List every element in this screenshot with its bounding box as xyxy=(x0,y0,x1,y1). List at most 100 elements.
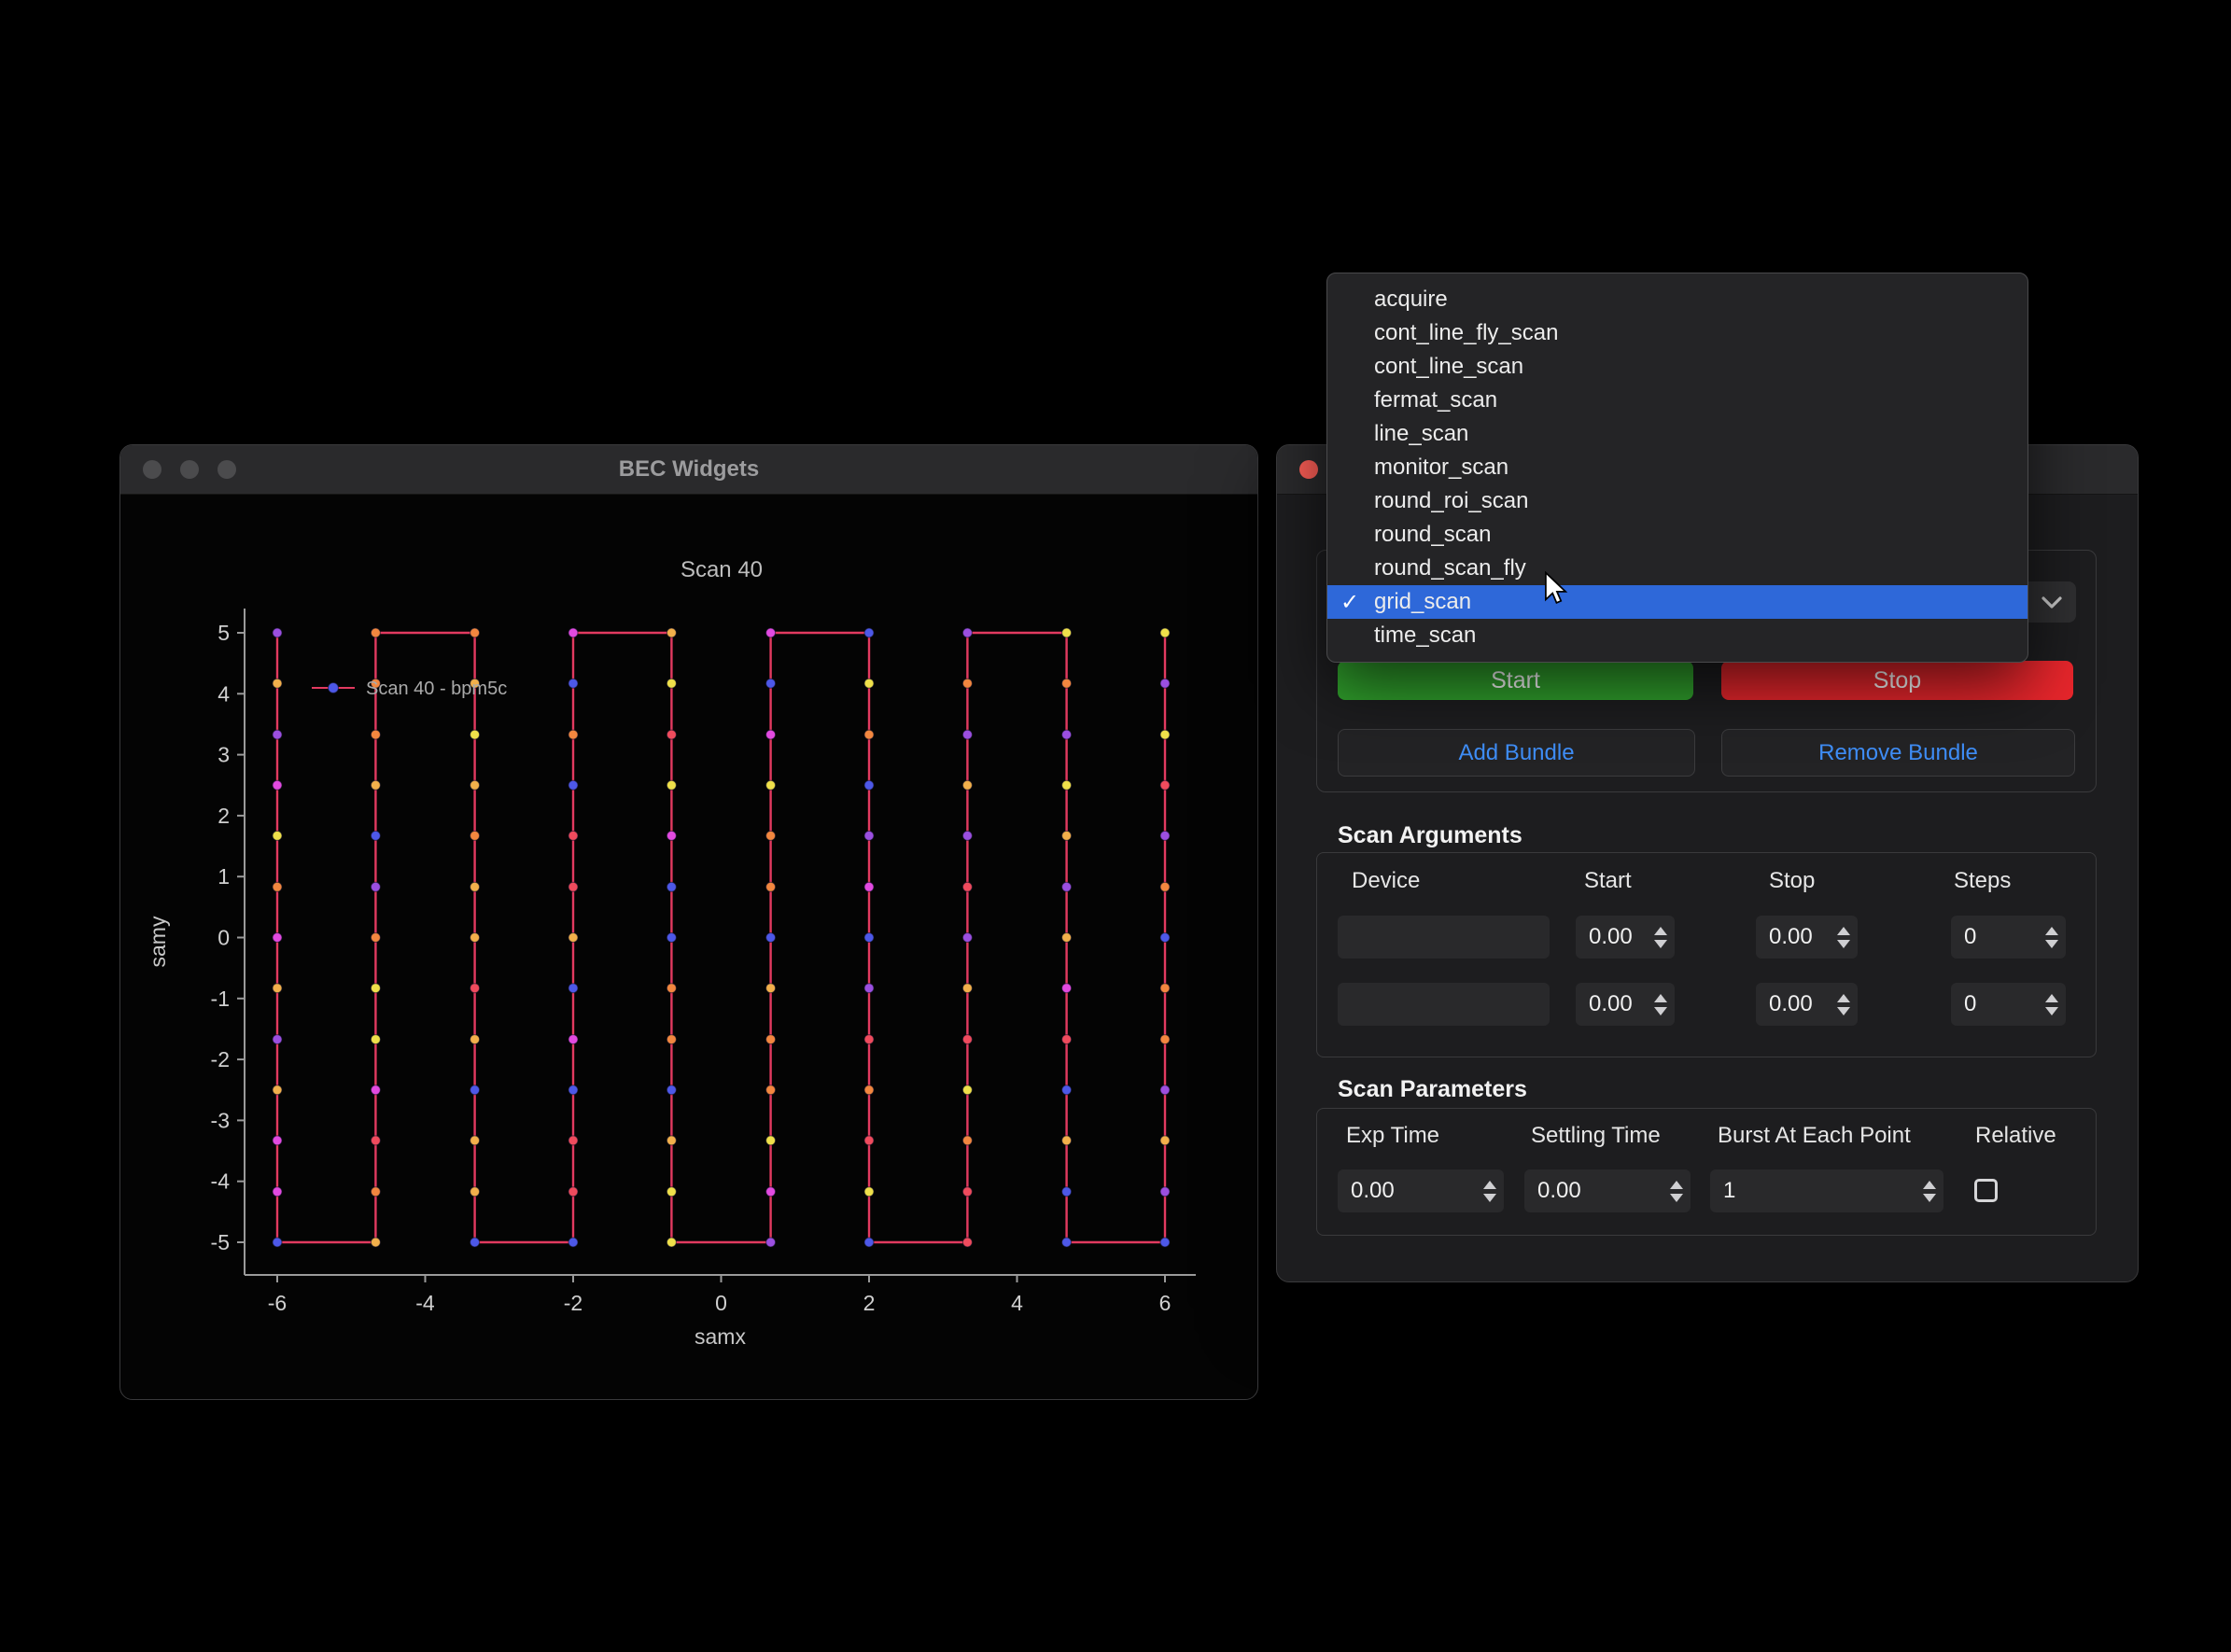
svg-text:6: 6 xyxy=(1159,1291,1172,1315)
svg-text:-4: -4 xyxy=(415,1291,435,1315)
spin-value: 0.00 xyxy=(1351,1178,1395,1204)
relative-checkbox[interactable] xyxy=(1974,1179,1998,1202)
spinner-arrows-icon[interactable] xyxy=(1837,994,1850,1015)
svg-text:-2: -2 xyxy=(564,1291,582,1315)
scan-plot: Scan 40-6-4-20246543210-1-2-3-4-5samxsam… xyxy=(120,495,1256,1396)
scan-parameters-title: Scan Parameters xyxy=(1338,1076,1527,1103)
stop-spinbox-2[interactable]: 0.00 xyxy=(1756,983,1858,1026)
spin-value: 0.00 xyxy=(1537,1178,1581,1204)
stop-button[interactable]: Stop xyxy=(1721,661,2073,700)
spin-value: 0.00 xyxy=(1769,991,1813,1017)
window-title: BEC Widgets xyxy=(619,456,759,483)
header-start: Start xyxy=(1584,868,1632,894)
svg-text:0: 0 xyxy=(715,1291,727,1315)
menu-item-line_scan[interactable]: line_scan xyxy=(1327,417,2028,451)
menu-item-label: line_scan xyxy=(1374,421,1468,447)
menu-item-monitor_scan[interactable]: monitor_scan xyxy=(1327,451,2028,484)
spin-value: 0 xyxy=(1964,924,1976,950)
menu-item-acquire[interactable]: acquire xyxy=(1327,283,2028,316)
device-input-1[interactable] xyxy=(1338,916,1550,959)
steps-spinbox-1[interactable]: 0 xyxy=(1951,916,2066,959)
svg-text:-4: -4 xyxy=(211,1169,231,1194)
menu-item-grid_scan[interactable]: ✓grid_scan xyxy=(1327,585,2028,619)
burst-spinbox[interactable]: 1 xyxy=(1710,1169,1943,1212)
menu-item-label: acquire xyxy=(1374,287,1448,313)
menu-item-label: round_roi_scan xyxy=(1374,488,1528,514)
spinner-arrows-icon[interactable] xyxy=(1654,994,1667,1015)
close-button[interactable] xyxy=(143,460,161,479)
start-spinbox-1[interactable]: 0.00 xyxy=(1576,916,1675,959)
stop-spinbox-1[interactable]: 0.00 xyxy=(1756,916,1858,959)
spinner-arrows-icon[interactable] xyxy=(1923,1181,1936,1202)
menu-item-label: time_scan xyxy=(1374,623,1476,649)
svg-text:2: 2 xyxy=(217,804,230,828)
svg-text:4: 4 xyxy=(1011,1291,1023,1315)
settling-time-spinbox[interactable]: 0.00 xyxy=(1524,1169,1691,1212)
menu-item-round_scan_fly[interactable]: round_scan_fly xyxy=(1327,552,2028,585)
scan-arguments-title: Scan Arguments xyxy=(1338,822,1522,849)
header-settling-time: Settling Time xyxy=(1531,1123,1661,1149)
menu-item-label: grid_scan xyxy=(1374,589,1471,615)
menu-item-fermat_scan[interactable]: fermat_scan xyxy=(1327,384,2028,417)
svg-text:5: 5 xyxy=(217,621,230,645)
svg-text:1: 1 xyxy=(217,864,230,889)
add-bundle-button[interactable]: Add Bundle xyxy=(1338,729,1695,777)
spinner-arrows-icon[interactable] xyxy=(1654,927,1667,948)
mouse-cursor xyxy=(1542,571,1570,607)
menu-item-label: fermat_scan xyxy=(1374,387,1497,413)
start-button[interactable]: Start xyxy=(1338,661,1693,700)
menu-item-label: monitor_scan xyxy=(1374,455,1508,481)
header-exp-time: Exp Time xyxy=(1346,1123,1439,1149)
left-window-titlebar[interactable]: BEC Widgets xyxy=(120,445,1257,495)
steps-spinbox-2[interactable]: 0 xyxy=(1951,983,2066,1026)
traffic-lights xyxy=(143,460,236,479)
svg-text:Scan 40: Scan 40 xyxy=(681,557,763,582)
menu-item-cont_line_scan[interactable]: cont_line_scan xyxy=(1327,350,2028,384)
device-input-2[interactable] xyxy=(1338,983,1550,1026)
start-spinbox-2[interactable]: 0.00 xyxy=(1576,983,1675,1026)
menu-item-label: cont_line_scan xyxy=(1374,354,1523,380)
svg-text:0: 0 xyxy=(217,926,230,950)
header-stop: Stop xyxy=(1769,868,1815,894)
zoom-button[interactable] xyxy=(217,460,236,479)
menu-item-cont_line_fly_scan[interactable]: cont_line_fly_scan xyxy=(1327,316,2028,350)
spinner-arrows-icon[interactable] xyxy=(2045,927,2058,948)
spinner-arrows-icon[interactable] xyxy=(2045,994,2058,1015)
header-burst: Burst At Each Point xyxy=(1718,1123,1911,1149)
checkmark-icon: ✓ xyxy=(1340,589,1374,616)
exp-time-spinbox[interactable]: 0.00 xyxy=(1338,1169,1504,1212)
spin-value: 0 xyxy=(1964,991,1976,1017)
chevron-down-icon xyxy=(2041,595,2063,609)
svg-text:-3: -3 xyxy=(211,1108,230,1132)
menu-item-time_scan[interactable]: time_scan xyxy=(1327,619,2028,652)
scan-select-menu: acquire cont_line_fly_scan cont_line_scanf… xyxy=(1326,273,2028,663)
header-device: Device xyxy=(1352,868,1420,894)
menu-item-round_scan[interactable]: round_scan xyxy=(1327,518,2028,552)
menu-item-round_roi_scan[interactable]: round_roi_scan xyxy=(1327,484,2028,518)
header-steps: Steps xyxy=(1954,868,2011,894)
remove-bundle-button[interactable]: Remove Bundle xyxy=(1721,729,2075,777)
spinner-arrows-icon[interactable] xyxy=(1837,927,1850,948)
svg-text:4: 4 xyxy=(217,681,230,706)
spin-value: 0.00 xyxy=(1589,924,1633,950)
svg-text:-1: -1 xyxy=(211,987,230,1011)
spin-value: 0.00 xyxy=(1589,991,1633,1017)
spinner-arrows-icon[interactable] xyxy=(1483,1181,1496,1202)
svg-text:2: 2 xyxy=(863,1291,876,1315)
svg-text:-6: -6 xyxy=(268,1291,287,1315)
minimize-button[interactable] xyxy=(180,460,199,479)
svg-text:samy: samy xyxy=(146,916,170,967)
menu-item-label: round_scan xyxy=(1374,522,1491,548)
spinner-arrows-icon[interactable] xyxy=(1670,1181,1683,1202)
legend-label: Scan 40 - bpm5c xyxy=(366,679,507,699)
svg-text:-2: -2 xyxy=(211,1047,230,1071)
header-relative: Relative xyxy=(1975,1123,2056,1149)
close-button[interactable] xyxy=(1299,460,1318,479)
menu-item-label: round_scan_fly xyxy=(1374,555,1526,581)
spin-value: 0.00 xyxy=(1769,924,1813,950)
svg-text:-5: -5 xyxy=(211,1230,230,1254)
spin-value: 1 xyxy=(1723,1178,1735,1204)
bec-widgets-window: BEC Widgets Scan 40 -6 -4 -2 0 2 4 6 5 4 3 2 1 0 -1 -2 -… xyxy=(119,444,1258,1400)
svg-text:3: 3 xyxy=(217,743,230,767)
menu-item-label: cont_line_fly_scan xyxy=(1374,320,1558,346)
